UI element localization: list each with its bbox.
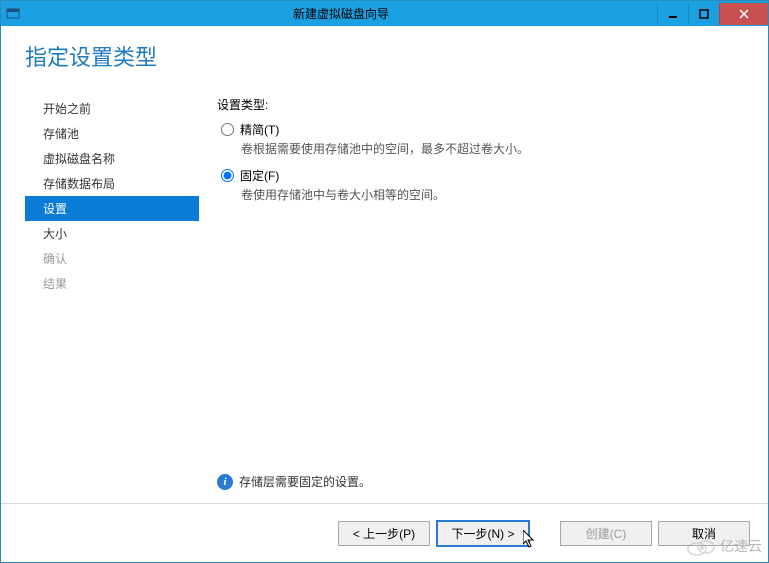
option-fixed-label: 固定(F) xyxy=(240,167,279,184)
app-icon xyxy=(1,7,25,21)
group-label: 设置类型: xyxy=(217,96,740,113)
option-thin-desc: 卷根据需要使用存储池中的空间，最多不超过卷大小。 xyxy=(241,140,740,157)
step-sidebar: 开始之前 存储池 虚拟磁盘名称 存储数据布局 设置 大小 确认 结果 xyxy=(25,96,199,296)
sidebar-item-before-begin[interactable]: 开始之前 xyxy=(25,96,199,121)
wizard-window: 新建虚拟磁盘向导 指定设置类型 开始之前 存储池 虚拟磁盘名称 存储数据布局 设… xyxy=(0,0,769,563)
option-fixed[interactable]: 固定(F) xyxy=(217,167,740,184)
page-title: 指定设置类型 xyxy=(1,26,768,78)
minimize-button[interactable] xyxy=(657,3,688,25)
info-text: 存储层需要固定的设置。 xyxy=(239,473,371,490)
maximize-button[interactable] xyxy=(688,3,719,25)
radio-fixed[interactable] xyxy=(221,169,234,182)
window-controls xyxy=(657,3,768,25)
main-panel: 设置类型: 精简(T) 卷根据需要使用存储池中的空间，最多不超过卷大小。 固定(… xyxy=(217,96,740,502)
sidebar-item-layout[interactable]: 存储数据布局 xyxy=(25,171,199,196)
option-fixed-desc: 卷使用存储池中与卷大小相等的空间。 xyxy=(241,186,740,203)
sidebar-item-storage-pool[interactable]: 存储池 xyxy=(25,121,199,146)
sidebar-item-results: 结果 xyxy=(25,271,199,296)
prev-button[interactable]: < 上一步(P) xyxy=(338,521,430,546)
content-area: 开始之前 存储池 虚拟磁盘名称 存储数据布局 设置 大小 确认 结果 设置类型:… xyxy=(1,96,768,502)
option-thin[interactable]: 精简(T) xyxy=(217,121,740,138)
sidebar-item-provisioning[interactable]: 设置 xyxy=(25,196,199,221)
close-button[interactable] xyxy=(719,3,768,25)
titlebar: 新建虚拟磁盘向导 xyxy=(1,1,768,26)
cancel-button[interactable]: 取消 xyxy=(658,521,750,546)
option-thin-label: 精简(T) xyxy=(240,121,279,138)
next-button[interactable]: 下一步(N) > xyxy=(436,520,530,547)
window-title: 新建虚拟磁盘向导 xyxy=(25,5,657,22)
info-message: i 存储层需要固定的设置。 xyxy=(217,473,371,490)
wizard-body: 指定设置类型 开始之前 存储池 虚拟磁盘名称 存储数据布局 设置 大小 确认 结… xyxy=(1,26,768,562)
sidebar-item-confirm: 确认 xyxy=(25,246,199,271)
info-icon: i xyxy=(217,474,233,490)
sidebar-item-size[interactable]: 大小 xyxy=(25,221,199,246)
sidebar-item-disk-name[interactable]: 虚拟磁盘名称 xyxy=(25,146,199,171)
create-button: 创建(C) xyxy=(560,521,652,546)
radio-thin[interactable] xyxy=(221,123,234,136)
button-bar: < 上一步(P) 下一步(N) > 创建(C) 取消 xyxy=(1,503,768,562)
